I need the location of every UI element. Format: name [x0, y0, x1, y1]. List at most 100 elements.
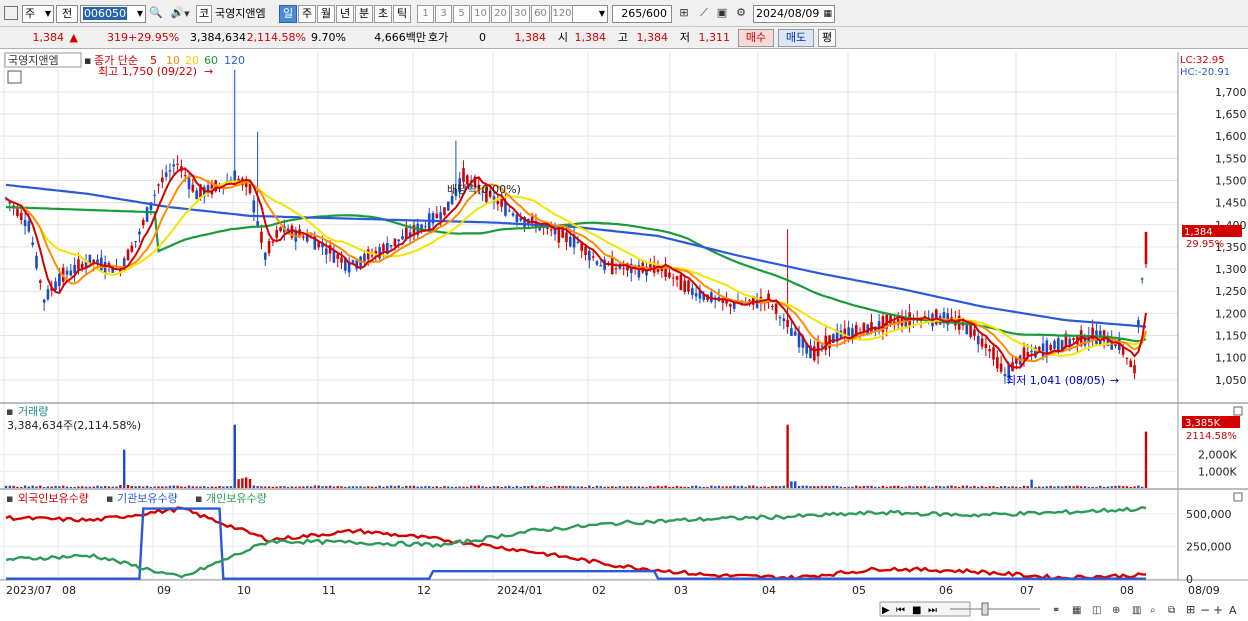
volume-bar [149, 486, 153, 488]
interval-input[interactable]: ▼ [572, 5, 608, 23]
market-type-select[interactable]: 주 ▼ [22, 5, 54, 23]
volume-bar [210, 486, 214, 488]
volume-bar [550, 486, 553, 488]
copy-icon[interactable]: ⧉ [1168, 605, 1175, 616]
volume-pct: 2,114.58% [246, 31, 306, 44]
period-button[interactable]: 일 [279, 5, 297, 23]
avg-button[interactable]: 평 [818, 29, 836, 47]
interval-button[interactable]: 10 [471, 5, 490, 23]
chevron-down-icon: ▼ [598, 9, 605, 18]
buy-button[interactable]: 매수 [738, 29, 774, 47]
candle-body [401, 235, 404, 240]
volume-bar [908, 485, 911, 488]
volume-bar [450, 486, 454, 488]
candle-body [275, 230, 279, 238]
candle-body [302, 236, 305, 238]
volume-bar [950, 485, 953, 488]
sell-button[interactable]: 매도 [778, 29, 814, 47]
interval-button[interactable]: 5 [453, 5, 470, 23]
date-input[interactable]: 2024/08/09 ▦ [753, 5, 835, 23]
crosshair-icon[interactable]: ⊕ [1112, 605, 1120, 616]
link-icon[interactable]: ⚭ [1052, 605, 1060, 616]
period-button[interactable]: 틱 [393, 5, 411, 23]
volume-bar [1011, 486, 1014, 488]
volume-bar [744, 486, 747, 488]
zoom-icon[interactable]: ⌕ [1150, 605, 1156, 616]
high-price: 1,384 [636, 31, 669, 44]
volume-bar [1114, 485, 1117, 488]
save-icon[interactable]: ▣ [714, 5, 730, 21]
calculator-icon[interactable] [7, 70, 22, 84]
toggle-icon[interactable]: ◫ [1092, 605, 1101, 616]
volume-bar [569, 485, 572, 488]
candle-body [694, 293, 698, 297]
volume-bar [454, 486, 458, 488]
bars-icon[interactable]: ▥ [1132, 605, 1141, 616]
stock-code-input[interactable]: 006050 ▼ [80, 5, 146, 23]
volume-bar [412, 485, 416, 488]
volume-bar [153, 486, 156, 488]
data-count-input[interactable]: 265/600 [612, 5, 672, 23]
trade-amount: 4,666백만 [374, 31, 426, 44]
candle-body [595, 261, 599, 265]
interval-button[interactable]: 120 [551, 5, 573, 23]
price-chart[interactable]: 1,0501,1001,1501,2001,2501,3001,3501,400… [0, 50, 1248, 621]
price-tick-label: 1,050 [1215, 374, 1247, 387]
volume-bar [866, 485, 869, 488]
volume-bar [237, 479, 240, 488]
volume-bar [534, 486, 538, 488]
grid-icon[interactable]: ▦ [1072, 605, 1081, 616]
interval-button[interactable]: 60 [531, 5, 550, 23]
prev-button[interactable]: 전 [56, 5, 78, 23]
period-button[interactable]: 주 [298, 5, 316, 23]
period-button[interactable]: 초 [374, 5, 392, 23]
candle-body [511, 213, 515, 216]
volume-bar [416, 486, 419, 488]
x-axis-label: 04 [762, 584, 776, 597]
close-icon[interactable] [1233, 406, 1243, 416]
stop-icon[interactable]: ■ [912, 605, 921, 616]
plus-icon[interactable]: + [1213, 603, 1223, 617]
period-button[interactable]: 월 [317, 5, 335, 23]
candle-body [549, 229, 553, 231]
candle-body [771, 305, 774, 307]
zoom-in-icon[interactable]: ⊞ [1186, 603, 1195, 616]
price-tick-label: 1,100 [1215, 352, 1247, 365]
volume-bar [20, 486, 23, 488]
volume-bar [855, 485, 858, 488]
volume-bar [584, 486, 587, 488]
chart-window-icon[interactable] [4, 6, 18, 20]
volume-bar [637, 486, 641, 488]
institution-legend: 기관보유수량 [117, 492, 178, 505]
interval-button[interactable]: 1 [417, 5, 434, 23]
chart-tools-icon[interactable]: ⊞ [676, 5, 692, 21]
search-icon[interactable]: 🔍 [148, 5, 164, 21]
interval-button[interactable]: 3 [435, 5, 452, 23]
fast-forward-icon[interactable]: ⏭ [928, 605, 937, 616]
interval-button[interactable]: 30 [511, 5, 530, 23]
gear-icon[interactable]: ⚙ [733, 5, 749, 21]
volume-bar [481, 486, 484, 488]
candle-body [996, 356, 999, 369]
line-tool-icon[interactable]: ⟋ [696, 5, 712, 21]
font-icon[interactable]: A [1229, 604, 1237, 617]
rewind-icon[interactable]: ⏮ [896, 605, 905, 616]
zoom-out-icon[interactable]: − [1200, 603, 1210, 617]
speaker-icon[interactable]: 🔊▼ [168, 5, 192, 21]
volume-bar [1121, 486, 1125, 488]
close-icon[interactable] [1233, 492, 1243, 502]
volume-bar [713, 486, 717, 488]
volume-bar [896, 485, 900, 488]
period-button[interactable]: 년 [336, 5, 354, 23]
volume-bar [782, 485, 785, 488]
scroll-right-icon[interactable]: ▶ [882, 605, 890, 616]
zoom-slider-handle[interactable] [981, 602, 989, 616]
volume-bar [691, 485, 694, 488]
candle-body [252, 200, 256, 213]
volume-bar [180, 486, 183, 488]
volume-bar [668, 486, 671, 488]
volume-bar [1076, 485, 1079, 488]
interval-button[interactable]: 20 [491, 5, 510, 23]
period-button[interactable]: 분 [355, 5, 373, 23]
candle-body [126, 249, 130, 261]
